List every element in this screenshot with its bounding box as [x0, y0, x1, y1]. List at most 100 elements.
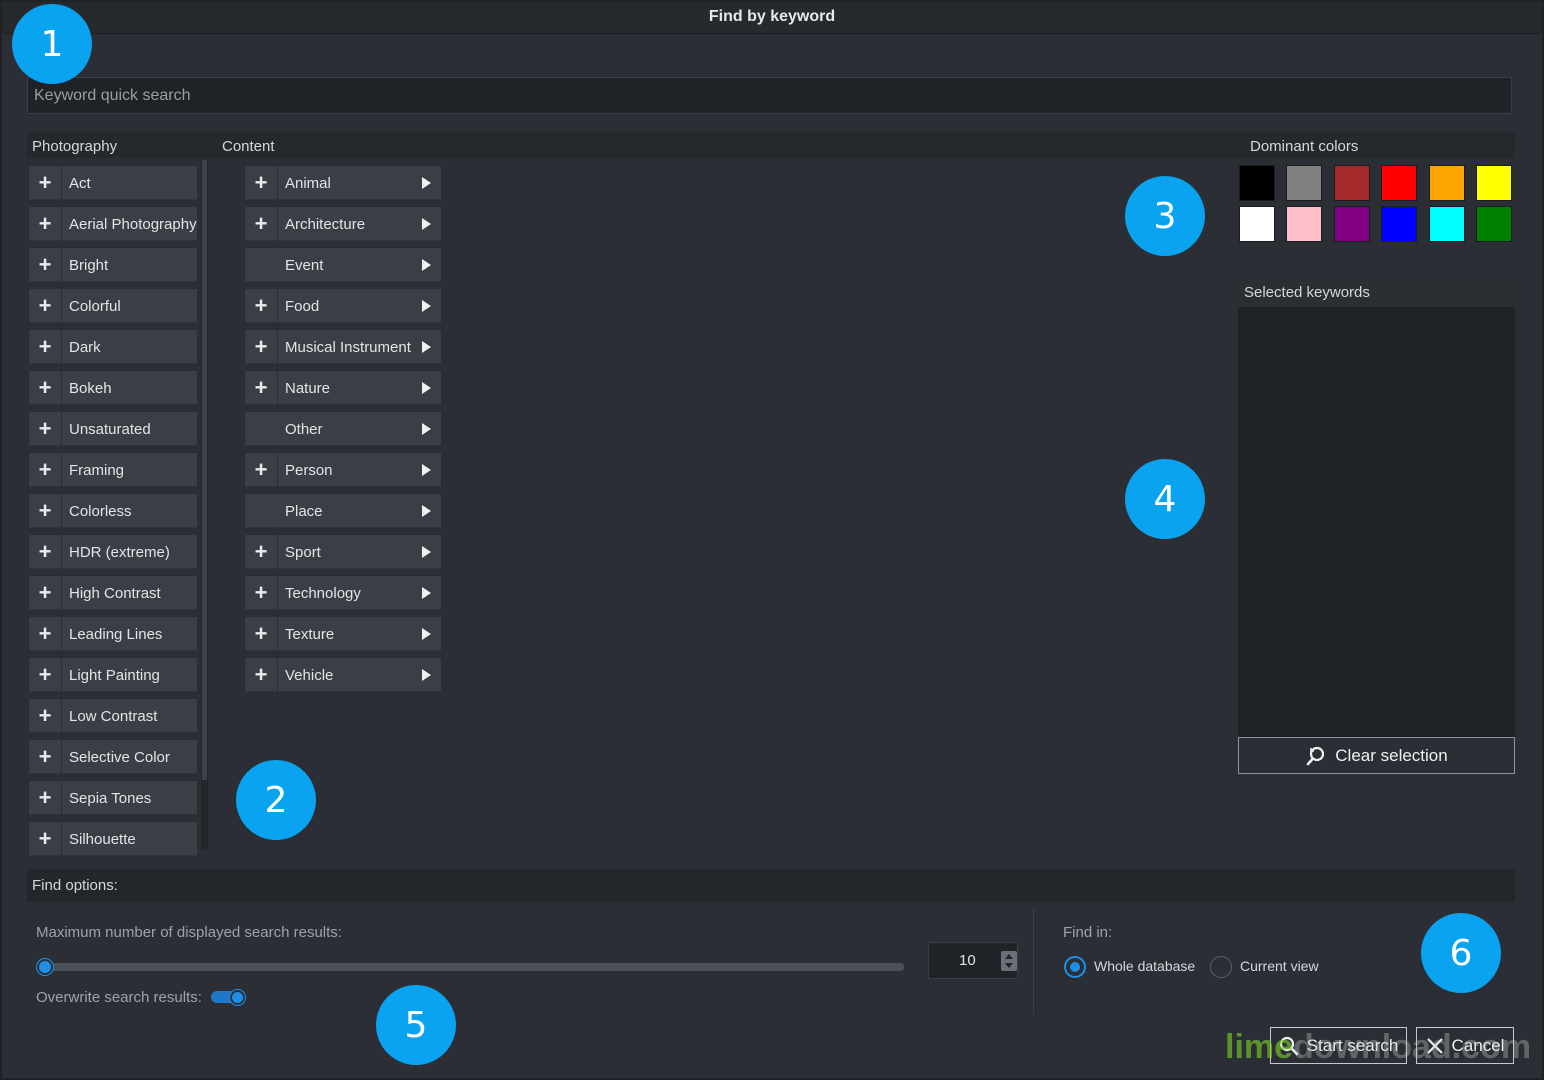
max-results-slider-track[interactable] — [40, 963, 904, 971]
photography-keyword-button[interactable]: + Bright — [28, 247, 198, 283]
color-swatch[interactable] — [1428, 165, 1465, 201]
plus-icon[interactable]: + — [29, 288, 61, 324]
plus-icon[interactable]: + — [29, 247, 61, 283]
color-swatch[interactable] — [1381, 206, 1418, 242]
photography-keyword-button[interactable]: + Sepia Tones — [28, 780, 198, 816]
content-keyword-button[interactable]: + Musical Instrument — [244, 329, 442, 365]
plus-icon[interactable]: + — [245, 534, 277, 570]
color-swatch[interactable] — [1476, 165, 1512, 201]
content-keyword-button[interactable]: + Technology — [244, 575, 442, 611]
plus-icon[interactable]: + — [29, 739, 61, 775]
content-keyword-button[interactable]: Other — [244, 411, 442, 447]
photography-keyword-button[interactable]: + Silhouette — [28, 821, 198, 857]
color-swatch[interactable] — [1286, 206, 1323, 242]
plus-icon[interactable]: + — [29, 370, 61, 406]
photography-keyword-button[interactable]: + Colorless — [28, 493, 198, 529]
expand-arrow-icon[interactable] — [422, 669, 431, 681]
photography-keyword-button[interactable]: + Unsaturated — [28, 411, 198, 447]
photography-keyword-button[interactable]: + Leading Lines — [28, 616, 198, 652]
plus-icon[interactable]: + — [29, 493, 61, 529]
callout-3: 3 — [1125, 176, 1205, 256]
photography-scrollbar-thumb[interactable] — [202, 160, 207, 780]
content-keyword-button[interactable]: + Architecture — [244, 206, 442, 242]
content-keyword-button[interactable]: + Vehicle — [244, 657, 442, 693]
whole-database-radio[interactable] — [1064, 956, 1086, 978]
plus-icon[interactable]: + — [29, 329, 61, 365]
photography-keyword-button[interactable]: + HDR (extreme) — [28, 534, 198, 570]
content-keyword-button[interactable]: + Texture — [244, 616, 442, 652]
max-results-spinner[interactable] — [1001, 951, 1017, 971]
plus-icon[interactable]: + — [245, 206, 277, 242]
plus-icon[interactable]: + — [29, 452, 61, 488]
clear-selection-label: Clear selection — [1335, 745, 1448, 765]
photography-keyword-button[interactable]: + Framing — [28, 452, 198, 488]
plus-icon[interactable]: + — [29, 575, 61, 611]
overwrite-results-toggle-knob[interactable] — [230, 990, 245, 1005]
plus-icon[interactable]: + — [29, 657, 61, 693]
plus-icon[interactable]: + — [245, 288, 277, 324]
content-keyword-button[interactable]: + Person — [244, 452, 442, 488]
plus-icon[interactable]: + — [29, 411, 61, 447]
plus-icon[interactable]: + — [29, 534, 61, 570]
photography-keyword-button[interactable]: + Selective Color — [28, 739, 198, 775]
plus-icon[interactable]: + — [245, 165, 277, 201]
keyword-quick-search-input[interactable] — [27, 77, 1512, 114]
expand-arrow-icon[interactable] — [422, 341, 431, 353]
clear-selection-button[interactable]: Clear selection — [1238, 737, 1515, 774]
color-swatch[interactable] — [1239, 165, 1275, 201]
expand-arrow-icon[interactable] — [422, 259, 431, 271]
expand-arrow-icon[interactable] — [422, 300, 431, 312]
plus-icon[interactable]: + — [245, 657, 277, 693]
content-keyword-button[interactable]: Place — [244, 493, 442, 529]
plus-icon[interactable]: + — [245, 370, 277, 406]
expand-arrow-icon[interactable] — [422, 423, 431, 435]
expand-arrow-icon[interactable] — [422, 628, 431, 640]
plus-icon[interactable]: + — [245, 452, 277, 488]
plus-icon[interactable]: + — [29, 206, 61, 242]
keyword-label: Silhouette — [69, 830, 136, 848]
keyword-label: Selective Color — [69, 748, 170, 766]
plus-icon[interactable]: + — [29, 780, 61, 816]
content-keyword-button[interactable]: Event — [244, 247, 442, 283]
plus-icon[interactable]: + — [29, 821, 61, 857]
color-swatch[interactable] — [1286, 165, 1323, 201]
content-keyword-button[interactable]: + Animal — [244, 165, 442, 201]
window-title: Find by keyword — [708, 7, 836, 25]
color-swatch[interactable] — [1239, 206, 1275, 242]
content-keyword-button[interactable]: + Nature — [244, 370, 442, 406]
expand-arrow-icon[interactable] — [422, 587, 431, 599]
plus-icon[interactable]: + — [245, 575, 277, 611]
current-view-radio[interactable] — [1210, 956, 1232, 978]
plus-icon[interactable]: + — [29, 616, 61, 652]
plus-icon[interactable]: + — [245, 616, 277, 652]
plus-icon[interactable]: + — [29, 165, 61, 201]
keyword-label: Architecture — [285, 215, 366, 233]
photography-keyword-button[interactable]: + Light Painting — [28, 657, 198, 693]
content-keyword-button[interactable]: + Sport — [244, 534, 442, 570]
photography-keyword-button[interactable]: + Colorful — [28, 288, 198, 324]
color-swatch[interactable] — [1476, 206, 1512, 242]
content-keyword-button[interactable]: + Food — [244, 288, 442, 324]
plus-icon[interactable]: + — [29, 698, 61, 734]
photography-keyword-button[interactable]: + High Contrast — [28, 575, 198, 611]
expand-arrow-icon[interactable] — [422, 505, 431, 517]
color-swatch[interactable] — [1333, 206, 1370, 242]
color-swatch[interactable] — [1381, 165, 1418, 201]
photography-keyword-button[interactable]: + Act — [28, 165, 198, 201]
color-swatch[interactable] — [1428, 206, 1465, 242]
color-swatch[interactable] — [1333, 165, 1370, 201]
cancel-button[interactable]: Cancel — [1416, 1027, 1514, 1064]
expand-arrow-icon[interactable] — [422, 464, 431, 476]
plus-icon[interactable]: + — [245, 329, 277, 365]
photography-keyword-button[interactable]: + Dark — [28, 329, 198, 365]
max-results-slider-handle[interactable] — [37, 959, 53, 975]
photography-keyword-button[interactable]: + Bokeh — [28, 370, 198, 406]
expand-arrow-icon[interactable] — [422, 546, 431, 558]
expand-arrow-icon[interactable] — [422, 382, 431, 394]
photography-keyword-button[interactable]: + Low Contrast — [28, 698, 198, 734]
keyword-label: Leading Lines — [69, 625, 163, 643]
start-search-button[interactable]: Start search — [1270, 1027, 1407, 1064]
photography-keyword-button[interactable]: + Aerial Photography — [28, 206, 198, 242]
expand-arrow-icon[interactable] — [422, 177, 431, 189]
expand-arrow-icon[interactable] — [422, 218, 431, 230]
